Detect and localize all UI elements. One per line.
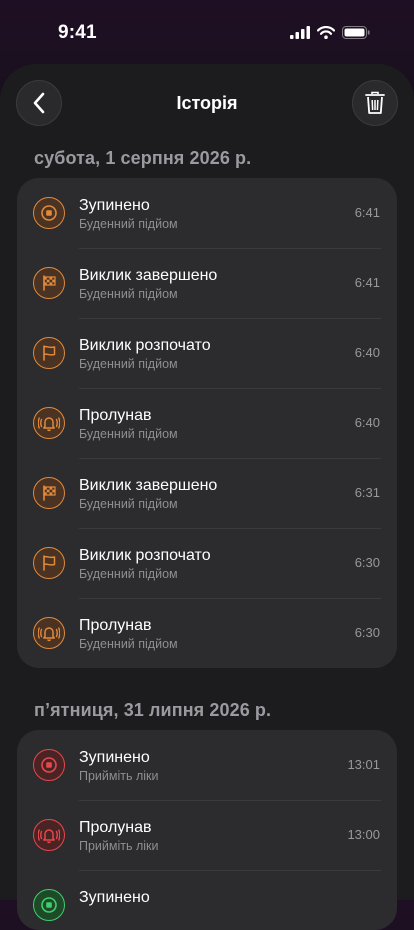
wifi-icon bbox=[317, 26, 335, 39]
stop-icon bbox=[33, 889, 65, 921]
history-row[interactable]: Зупинено Прийміть ліки 13:01 bbox=[17, 730, 397, 800]
row-time: 13:01 bbox=[347, 757, 380, 772]
history-row[interactable]: Виклик завершено Буденний підйом 6:31 bbox=[17, 458, 397, 528]
row-subtitle: Буденний підйом bbox=[79, 287, 178, 301]
delete-history-button[interactable] bbox=[352, 80, 398, 126]
row-title: Виклик завершено bbox=[79, 267, 217, 285]
ringing-bell-icon bbox=[33, 407, 65, 439]
row-time: 6:30 bbox=[355, 555, 380, 570]
row-title: Зупинено bbox=[79, 197, 150, 215]
history-row[interactable]: Зупинено Буденний підйом 6:41 bbox=[17, 178, 397, 248]
row-title: Пролунав bbox=[79, 407, 152, 425]
row-subtitle: Прийміть ліки bbox=[79, 839, 159, 853]
row-time: 6:30 bbox=[355, 625, 380, 640]
flag-icon bbox=[33, 547, 65, 579]
nav-bar: Історія bbox=[0, 80, 414, 128]
day-card: ЗупиненоБуденний підйом6:41Виклик заверш… bbox=[17, 178, 397, 668]
status-time: 9:41 bbox=[58, 22, 97, 44]
row-time: 6:41 bbox=[355, 205, 380, 220]
battery-icon bbox=[342, 26, 370, 39]
day-header: субота, 1 серпня 2026 р. bbox=[34, 148, 251, 169]
row-time: 6:40 bbox=[355, 345, 380, 360]
stop-icon bbox=[33, 749, 65, 781]
checkered-flag-icon bbox=[33, 267, 65, 299]
row-title: Зупинено bbox=[79, 749, 150, 767]
row-title: Виклик завершено bbox=[79, 477, 217, 495]
history-row[interactable]: Виклик розпочато Буденний підйом 6:40 bbox=[17, 318, 397, 388]
signal-icon bbox=[290, 26, 310, 39]
row-subtitle: Буденний підйом bbox=[79, 427, 178, 441]
history-row[interactable]: Виклик завершено Буденний підйом 6:41 bbox=[17, 248, 397, 318]
row-subtitle: Буденний підйом bbox=[79, 217, 178, 231]
history-row[interactable]: Пролунав Прийміть ліки 13:00 bbox=[17, 800, 397, 870]
trash-icon bbox=[365, 91, 385, 115]
stop-icon bbox=[33, 197, 65, 229]
row-subtitle: Буденний підйом bbox=[79, 497, 178, 511]
flag-icon bbox=[33, 337, 65, 369]
day-card: Зупинено Прийміть ліки 13:01 Пролунав Приймі… bbox=[17, 730, 397, 930]
ringing-bell-icon bbox=[33, 617, 65, 649]
row-subtitle: Буденний підйом bbox=[79, 637, 178, 651]
history-row[interactable]: Виклик розпочато Буденний підйом 6:30 bbox=[17, 528, 397, 598]
row-subtitle: Прийміть ліки bbox=[79, 769, 159, 783]
ringing-bell-icon bbox=[33, 819, 65, 851]
status-icons bbox=[290, 26, 370, 39]
history-row[interactable]: Пролунав Буденний підйом 6:40 bbox=[17, 388, 397, 458]
row-title: Виклик розпочато bbox=[79, 337, 211, 355]
row-time: 6:41 bbox=[355, 275, 380, 290]
row-title: Зупинено bbox=[79, 889, 150, 907]
checkered-flag-icon bbox=[33, 477, 65, 509]
status-bar: 9:41 bbox=[0, 0, 414, 64]
row-time: 6:40 bbox=[355, 415, 380, 430]
row-title: Пролунав bbox=[79, 617, 152, 635]
history-row[interactable]: Зупинено bbox=[17, 870, 397, 930]
day-header: п’ятниця, 31 липня 2026 р. bbox=[34, 700, 271, 721]
row-title: Виклик розпочато bbox=[79, 547, 211, 565]
history-sheet: Історія субота, 1 серпня 2026 р. Зупинен… bbox=[0, 64, 414, 900]
row-title: Пролунав bbox=[79, 819, 152, 837]
row-time: 6:31 bbox=[355, 485, 380, 500]
history-row[interactable]: Пролунав Буденний підйом 6:30 bbox=[17, 598, 397, 668]
row-subtitle: Буденний підйом bbox=[79, 567, 178, 581]
row-subtitle: Буденний підйом bbox=[79, 357, 178, 371]
row-time: 13:00 bbox=[347, 827, 380, 842]
